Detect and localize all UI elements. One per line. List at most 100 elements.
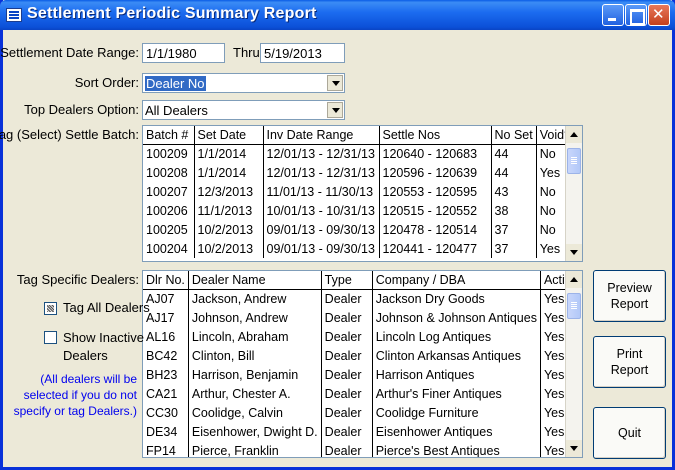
title-bar[interactable]: Settlement Periodic Summary Report [0,0,675,30]
batch-number: 100208 [146,165,188,180]
dealer-name: Johnson, Andrew [187,308,322,327]
dealer-col-company[interactable]: Company / DBA [371,271,541,290]
minimize-button[interactable] [602,4,624,26]
table-row[interactable]: 100204 10/2/2013 09/01/13 - 09/30/13 120… [143,239,575,258]
dealer-col-dealer-name[interactable]: Dealer Name [187,271,322,290]
maximize-button[interactable] [625,4,647,26]
set-date: 1/1/2014 [193,163,263,182]
batch-number: 100204 [146,241,188,256]
table-row[interactable]: AL16 Lincoln, Abraham Dealer Lincoln Log… [143,327,582,346]
dealer-type: Dealer [320,346,373,365]
date-from-input[interactable]: 1/1/1980 [142,43,225,63]
dealer-type: Dealer [320,441,373,457]
quit-button[interactable]: Quit [593,407,666,459]
set-date: 11/1/2013 [193,201,263,220]
dealer-no: BH23 [146,367,178,382]
date-to-input[interactable]: 5/19/2013 [260,43,345,63]
no-set: 44 [490,163,537,182]
dealer-no: DE34 [146,424,178,439]
table-row[interactable]: FP14 Pierce, Franklin Dealer Pierce's Be… [143,441,582,458]
inv-date-range: 12/01/13 - 12/31/13 [262,163,379,182]
scroll-up-icon[interactable] [566,126,582,143]
dealer-grid[interactable]: Dlr No. Dealer Name Type Company / DBA A… [142,270,583,458]
tag-all-dealers-label[interactable]: Tag All Dealers [63,300,150,315]
batch-col-inv-date-range[interactable]: Inv Date Range [262,126,380,145]
dealer-type: Dealer [320,308,373,327]
settle-nos: 120640 - 120683 [378,144,491,163]
top-dealers-select[interactable]: All Dealers [142,100,345,120]
show-inactive-checkbox[interactable] [44,331,57,344]
dealer-name: Pierce, Franklin [187,441,322,457]
batch-number: 100205 [146,222,188,237]
dealer-grid-header: Dlr No. Dealer Name Type Company / DBA A… [143,271,582,290]
inv-date-range: 09/01/13 - 09/30/13 [262,220,379,239]
show-inactive-label[interactable]: Show Inactive Dealers [63,329,144,365]
dealer-company: Arthur's Finer Antiques [371,384,541,403]
dealer-type: Dealer [320,384,373,403]
table-row[interactable]: BH23 Harrison, Benjamin Dealer Harrison … [143,365,582,384]
print-report-button[interactable]: Print Report [593,336,666,388]
table-row[interactable]: CA21 Arthur, Chester A. Dealer Arthur's … [143,384,582,403]
batch-grid-label: Tag (Select) Settle Batch: [0,127,139,142]
batch-grid-scrollbar[interactable] [565,126,582,261]
batch-grid-header: Batch # Set Date Inv Date Range Settle N… [143,126,576,145]
dealer-type: Dealer [320,403,373,422]
dealer-selection-note: (All dealers will be selected if you do … [13,372,137,418]
dealer-grid-label: Tag Specific Dealers: [16,272,139,287]
sort-order-dropdown-icon[interactable] [327,75,343,91]
dealer-no: FP14 [146,443,176,458]
dealer-name: Jackson, Andrew [187,289,322,308]
dealer-name: Arthur, Chester A. [187,384,322,403]
thru-label: Thru [233,45,260,60]
table-row[interactable]: CC30 Coolidge, Calvin Dealer Coolidge Fu… [143,403,582,422]
dealer-no: BC42 [146,348,178,363]
scroll-down-icon[interactable] [566,440,582,457]
top-dealers-label: Top Dealers Option: [24,102,139,117]
batch-col-settle-nos[interactable]: Settle Nos [378,126,492,145]
scroll-down-icon[interactable] [566,244,582,261]
table-row[interactable]: 100208 1/1/2014 12/01/13 - 12/31/13 1205… [143,163,575,182]
no-set: 43 [490,182,537,201]
batch-col-no-set[interactable]: No Set [490,126,537,145]
settle-nos: 120553 - 120595 [378,182,491,201]
dealer-company: Lincoln Log Antiques [371,327,541,346]
set-date: 12/3/2013 [193,182,263,201]
dealer-type: Dealer [320,365,373,384]
settle-nos: 120441 - 120477 [378,239,491,258]
dealer-col-dlr-no[interactable]: Dlr No. [143,271,189,290]
dealer-name: Eisenhower, Dwight D. [187,422,322,441]
date-range-label: Settlement Date Range: [0,45,139,60]
dealer-grid-scrollbar[interactable] [565,271,582,457]
dealer-type: Dealer [320,327,373,346]
inv-date-range: 11/01/13 - 11/30/13 [262,182,379,201]
dealer-name: Harrison, Benjamin [187,365,322,384]
dealer-col-type[interactable]: Type [320,271,373,290]
scroll-up-icon[interactable] [566,271,582,288]
close-button[interactable] [648,4,670,26]
batch-grid[interactable]: Batch # Set Date Inv Date Range Settle N… [142,125,583,262]
inv-date-range: 09/01/13 - 09/30/13 [262,239,379,258]
top-dealers-dropdown-icon[interactable] [327,102,343,118]
table-row[interactable]: 100206 11/1/2013 10/01/13 - 10/31/13 120… [143,201,575,220]
table-row[interactable]: AJ07 Jackson, Andrew Dealer Jackson Dry … [143,289,582,308]
batch-col-batch[interactable]: Batch # [143,126,195,145]
dealer-company: Harrison Antiques [371,365,541,384]
dealer-no: AL16 [146,329,176,344]
scroll-thumb[interactable] [567,293,581,319]
sort-order-select[interactable]: Dealer No [142,73,345,93]
table-row[interactable]: BC42 Clinton, Bill Dealer Clinton Arkans… [143,346,582,365]
table-row[interactable]: DE34 Eisenhower, Dwight D. Dealer Eisenh… [143,422,582,441]
table-row[interactable]: AJ17 Johnson, Andrew Dealer Johnson & Jo… [143,308,582,327]
preview-report-button[interactable]: Preview Report [593,270,666,322]
tag-all-dealers-checkbox[interactable] [44,302,57,315]
batch-number: 100209 [146,146,188,161]
table-row[interactable]: 100209 1/1/2014 12/01/13 - 12/31/13 1206… [143,144,575,163]
settle-nos: 120515 - 120552 [378,201,491,220]
batch-col-set-date[interactable]: Set Date [193,126,264,145]
set-date: 1/1/2014 [193,144,263,163]
dealer-no: CA21 [146,386,178,401]
dealer-name: Coolidge, Calvin [187,403,322,422]
table-row[interactable]: 100207 12/3/2013 11/01/13 - 11/30/13 120… [143,182,575,201]
scroll-thumb[interactable] [567,148,581,174]
table-row[interactable]: 100205 10/2/2013 09/01/13 - 09/30/13 120… [143,220,575,239]
